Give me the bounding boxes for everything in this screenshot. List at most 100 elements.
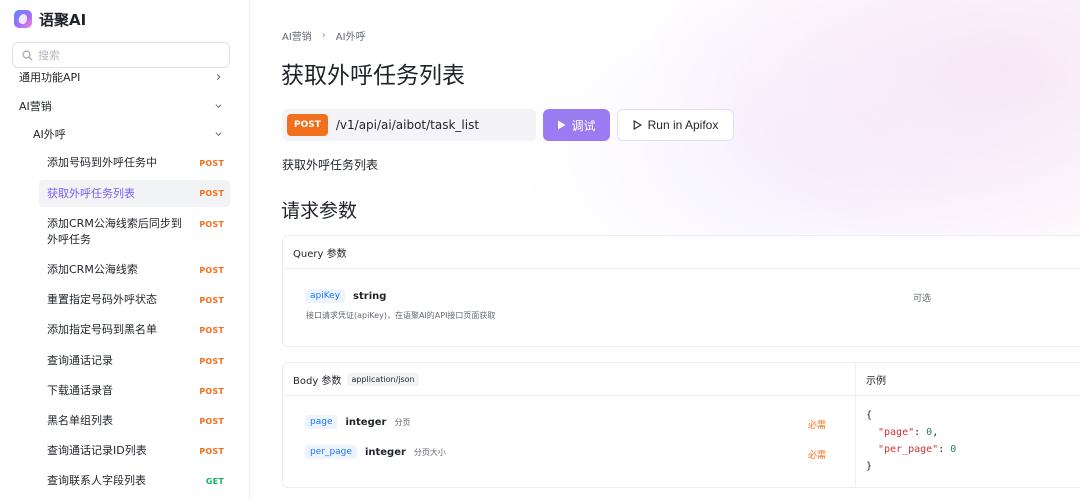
param-description: 分页 [394,417,411,427]
sidebar-item-label: 查询通话记录ID列表 [47,444,147,457]
sidebar-item-label: 黑名单组列表 [47,414,113,427]
brand-name: 语聚AI [39,10,87,29]
sidebar-item-blacklist-groups[interactable]: 黑名单组列表 POST [39,408,230,434]
body-params-title: Body 参数 [293,375,342,387]
code-line: } [866,461,873,472]
breadcrumb: AI营销 › AI外呼 [282,28,366,43]
breadcrumb-separator-icon: › [321,30,326,41]
debug-button[interactable]: 调试 [543,109,610,141]
sidebar-item-add-number[interactable]: 添加号码到外呼任务中 POST [39,150,230,176]
method-badge: POST [199,265,224,275]
method-badge: GET [205,476,224,486]
param-description: 接口请求凭证(apiKey)，在语聚AI的API接口页面获取 [306,311,496,320]
sidebar-item-call-records[interactable]: 查询通话记录 POST [39,348,230,374]
sidebar-item-label: 添加CRM公海线索 [47,263,138,276]
chevron-down-icon [215,132,222,137]
method-badge: POST [199,386,224,396]
brand-logo-icon [14,10,32,28]
chevron-down-icon [215,104,222,109]
code-key: "per_page" [878,444,939,455]
sidebar-item-label: 添加CRM公海线索后同步到外呼任务 [47,217,182,246]
brand[interactable]: 语聚AI [14,8,86,30]
search-input[interactable] [38,48,218,62]
method-badge: POST [199,416,224,426]
sidebar-item-label: 下载通话录音 [47,384,113,397]
sidebar-item-blacklist-add[interactable]: 添加指定号码到黑名单 POST [39,317,230,343]
method-badge: POST [199,325,224,335]
run-in-apifox-label: Run in Apifox [647,118,719,132]
code-value: 0 [950,444,957,455]
method-badge: POST [199,446,224,456]
sidebar-item-reset-status[interactable]: 重置指定号码外呼状态 POST [39,287,230,313]
param-name[interactable]: per_page [305,445,357,459]
sidebar-group-marketing-label: AI营销 [19,100,52,113]
query-params-header: Query 参数 [283,236,1080,269]
method-badge: POST [199,189,224,198]
method-badge: POST [199,295,224,305]
code-line: { [866,410,873,421]
sidebar-item-crm-lead[interactable]: 添加CRM公海线索 POST [39,257,230,283]
param-name[interactable]: apiKey [305,289,346,303]
param-required-flag: 必需 [808,451,827,461]
method-badge: POST [287,114,328,136]
media-type-tag: application/json [347,372,419,386]
sidebar: 语聚AI 通用功能API AI营销 AI外呼 添加号码到外呼任务中 POST 获… [0,0,250,500]
sidebar-item-label: 查询通话记录 [47,354,113,367]
param-type: integer [345,416,387,428]
example-code[interactable]: { "page": 0, "per_page": 0 } [866,407,956,475]
search-icon [22,50,33,60]
sidebar-item-contact-fields[interactable]: 查询联系人字段列表 GET [39,468,230,494]
endpoint-bar[interactable]: POST /v1/api/ai/aibot/task_list [282,109,536,141]
sidebar-item-label: 查询联系人字段列表 [47,474,146,487]
run-in-apifox-button[interactable]: Run in Apifox [617,109,734,141]
sidebar-item-label: 添加指定号码到黑名单 [47,323,157,336]
sidebar-item-label: 重置指定号码外呼状态 [47,293,157,306]
sidebar-group-marketing[interactable]: AI营销 [0,96,249,116]
example-title: 示例 [866,375,886,387]
method-badge: POST [199,356,224,366]
sidebar-item-call-record-ids[interactable]: 查询通话记录ID列表 POST [39,438,230,464]
play-outline-icon [633,120,642,130]
sidebar-item-download-recording[interactable]: 下载通话录音 POST [39,378,230,404]
param-optional-flag: 可选 [913,294,932,304]
main-content: AI营销 › AI外呼 获取外呼任务列表 POST /v1/api/ai/aib… [250,0,1080,500]
breadcrumb-item[interactable]: AI外呼 [336,28,366,43]
param-row-apikey: apiKey string [305,289,386,303]
query-params-card: Query 参数 apiKey string 可选 接口请求凭证(apiKey)… [282,235,1080,347]
sidebar-item-task-list[interactable]: 获取外呼任务列表 POST [39,180,230,207]
body-params-card: Body 参数 application/json page integer 分页… [282,362,857,488]
method-badge: POST [199,158,224,168]
body-params-header: Body 参数 application/json [283,363,857,396]
example-card: 示例 { "page": 0, "per_page": 0 } [855,362,1080,488]
code-key: "page" [878,427,915,438]
query-params-title: Query 参数 [293,248,347,260]
sidebar-item-label: 添加号码到外呼任务中 [47,156,157,169]
breadcrumb-item[interactable]: AI营销 [282,28,312,43]
sidebar-item-label: 获取外呼任务列表 [47,186,135,200]
param-row-page: page integer 分页 [305,415,410,429]
debug-button-label: 调试 [571,118,596,133]
param-type: string [353,290,387,302]
code-line: "page": 0, [866,424,956,441]
param-description: 分页大小 [413,447,446,457]
endpoint-description: 获取外呼任务列表 [282,158,379,172]
code-comma: , [932,427,939,438]
sidebar-sub-outbound[interactable]: AI外呼 [0,122,249,146]
play-icon [558,120,566,130]
param-type: integer [364,446,406,458]
code-line: "per_page": 0 [866,441,956,458]
sidebar-group-general[interactable]: 通用功能API [0,67,249,87]
param-row-per-page: per_page integer 分页大小 [305,445,446,459]
method-badge: POST [199,220,224,229]
param-required-flag: 必需 [808,421,827,431]
sidebar-group-general-label: 通用功能API [19,71,81,84]
sidebar-item-crm-sync[interactable]: 添加CRM公海线索后同步到外呼任务 POST [39,212,230,252]
code-colon: : [914,427,927,438]
example-header: 示例 [856,363,1080,396]
param-name[interactable]: page [305,415,338,429]
endpoint-path: /v1/api/ai/aibot/task_list [335,118,480,132]
page-title: 获取外呼任务列表 [281,63,465,89]
chevron-right-icon [216,74,221,80]
sidebar-sub-outbound-label: AI外呼 [33,128,66,141]
search-box[interactable] [12,42,230,68]
